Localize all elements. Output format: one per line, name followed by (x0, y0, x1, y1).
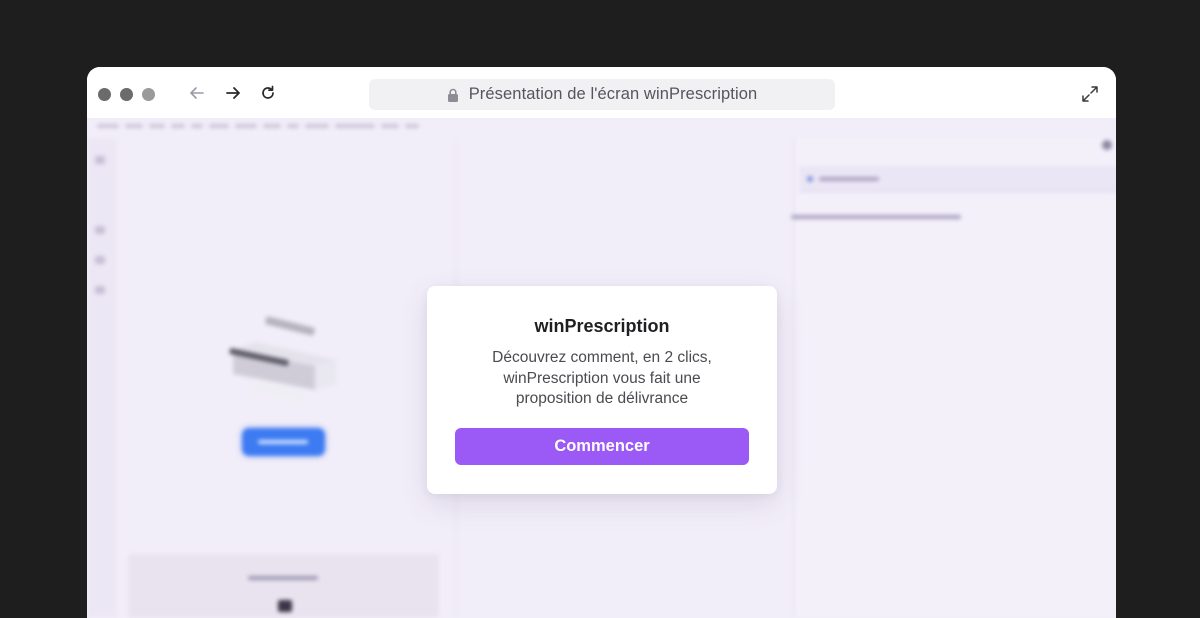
blurred-card (128, 554, 439, 618)
blurred-primary-button (242, 428, 325, 456)
forward-button[interactable] (221, 81, 245, 105)
back-button[interactable] (185, 81, 209, 105)
dialog-title: winPrescription (534, 316, 670, 336)
right-panel (791, 138, 1116, 618)
minimize-window-button[interactable] (120, 88, 133, 101)
app-left-rail (87, 138, 117, 618)
start-button[interactable]: Commencer (455, 428, 749, 465)
reload-button[interactable] (256, 81, 280, 105)
arrow-left-icon (190, 87, 204, 99)
printer-illustration (229, 316, 337, 404)
window-controls (98, 88, 155, 101)
settings-icon (1102, 140, 1112, 150)
arrow-right-icon (226, 87, 240, 99)
dialog-description: Découvrez comment, en 2 clics, winPrescr… (492, 349, 712, 407)
address-bar[interactable]: Présentation de l'écran winPrescription (369, 79, 835, 110)
close-window-button[interactable] (98, 88, 111, 101)
search-input[interactable] (799, 166, 1116, 192)
app-menu-bar (97, 124, 577, 129)
lock-icon (447, 88, 458, 102)
browser-toolbar: Présentation de l'écran winPrescription (87, 67, 1116, 118)
onboarding-dialog: winPrescription Découvrez comment, en 2 … (427, 286, 777, 494)
placeholder-text (791, 215, 961, 219)
maximize-window-button[interactable] (142, 88, 155, 101)
reload-icon (262, 85, 274, 99)
expand-icon[interactable] (1080, 84, 1100, 104)
page-title-text: Présentation de l'écran winPrescription (468, 85, 758, 103)
